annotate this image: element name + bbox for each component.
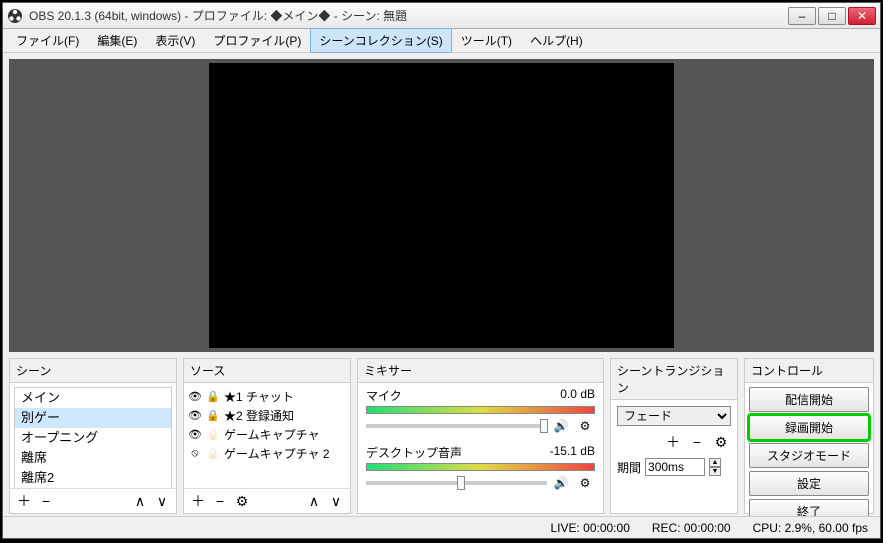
speaker-icon[interactable]: 🔊 <box>551 416 571 436</box>
preview-area[interactable] <box>9 59 874 352</box>
sources-header: ソース <box>184 359 350 383</box>
duration-down-button[interactable]: ▼ <box>709 467 721 476</box>
mixer-channel-desktop: デスクトップ音声 -15.1 dB 🔊 ⚙ <box>358 440 603 497</box>
status-rec: REC: 00:00:00 <box>652 521 731 535</box>
source-label: ★2 登録通知 <box>224 407 294 424</box>
status-live: LIVE: 00:00:00 <box>550 521 629 535</box>
source-item[interactable]: 👁 🔒 ★2 登録通知 <box>188 406 346 425</box>
scene-down-button[interactable]: ∨ <box>152 491 172 511</box>
close-button[interactable]: ✕ <box>848 7 876 25</box>
mixer-meter <box>366 406 595 414</box>
speaker-icon[interactable]: 🔊 <box>551 473 571 493</box>
source-label: ★1 チャット <box>224 388 294 405</box>
titlebar[interactable]: OBS 20.1.3 (64bit, windows) - プロファイル: ◆メ… <box>3 3 880 29</box>
preview-canvas[interactable] <box>209 63 674 348</box>
mixer-channel-db: 0.0 dB <box>560 387 595 404</box>
menu-file[interactable]: ファイル(F) <box>7 28 88 53</box>
maximize-button[interactable]: □ <box>818 7 846 25</box>
mixer-channel-label: マイク <box>366 387 402 404</box>
transition-add-button[interactable]: ＋ <box>663 432 683 452</box>
menubar: ファイル(F) 編集(E) 表示(V) プロファイル(P) シーンコレクション(… <box>3 29 880 53</box>
transition-properties-button[interactable]: ⚙ <box>711 432 731 452</box>
transition-remove-button[interactable]: − <box>687 432 707 452</box>
lock-icon[interactable]: 🔒 <box>206 390 220 403</box>
scene-item[interactable]: 離席2 <box>15 468 171 488</box>
mixer-meter <box>366 463 595 471</box>
source-label: ゲームキャプチャ 2 <box>224 445 330 462</box>
window-title: OBS 20.1.3 (64bit, windows) - プロファイル: ◆メ… <box>29 7 788 24</box>
menu-tools[interactable]: ツール(T) <box>452 28 521 53</box>
source-label: ゲームキャプチャ <box>224 426 320 443</box>
start-record-button[interactable]: 録画開始 <box>749 415 869 440</box>
source-up-button[interactable]: ∧ <box>304 491 324 511</box>
scene-item[interactable]: メイン <box>15 388 171 408</box>
source-down-button[interactable]: ∨ <box>326 491 346 511</box>
menu-help[interactable]: ヘルプ(H) <box>521 28 592 53</box>
mixer-channel-label: デスクトップ音声 <box>366 444 462 461</box>
gear-icon[interactable]: ⚙ <box>575 473 595 493</box>
mixer-header: ミキサー <box>358 359 603 383</box>
mixer-volume-slider[interactable] <box>366 424 547 428</box>
controls-header: コントロール <box>745 359 873 383</box>
start-stream-button[interactable]: 配信開始 <box>749 387 869 412</box>
eye-icon[interactable]: 👁 <box>188 409 202 422</box>
scene-item[interactable]: オープニング <box>15 428 171 448</box>
mixer-panel: ミキサー マイク 0.0 dB 🔊 ⚙ デスクトップ <box>357 358 604 514</box>
menu-profile[interactable]: プロファイル(P) <box>204 28 310 53</box>
transitions-header: シーントランジション <box>611 359 737 400</box>
settings-button[interactable]: 設定 <box>749 471 869 496</box>
lock-icon[interactable]: 🔒 <box>206 428 220 441</box>
duration-input[interactable] <box>645 458 705 476</box>
mixer-volume-slider[interactable] <box>366 481 547 485</box>
lock-icon[interactable]: 🔒 <box>206 447 220 460</box>
source-remove-button[interactable]: − <box>210 491 230 511</box>
source-properties-button[interactable]: ⚙ <box>232 491 252 511</box>
duration-up-button[interactable]: ▲ <box>709 458 721 467</box>
studio-mode-button[interactable]: スタジオモード <box>749 443 869 468</box>
source-item[interactable]: ⦸ 🔒 ゲームキャプチャ 2 <box>188 444 346 463</box>
menu-edit[interactable]: 編集(E) <box>88 28 146 53</box>
transitions-panel: シーントランジション フェード ＋ − ⚙ 期間 ▲ ▼ <box>610 358 738 514</box>
mixer-channel-db: -15.1 dB <box>550 444 595 461</box>
eye-off-icon[interactable]: ⦸ <box>188 447 202 460</box>
gear-icon[interactable]: ⚙ <box>575 416 595 436</box>
duration-label: 期間 <box>617 459 641 476</box>
source-item[interactable]: 👁 🔒 ゲームキャプチャ <box>188 425 346 444</box>
scene-up-button[interactable]: ∧ <box>130 491 150 511</box>
eye-icon[interactable]: 👁 <box>188 428 202 441</box>
scenes-panel: シーン メイン 別ゲー オープニング 離席 離席2 ＋ − ∧ ∨ <box>9 358 177 514</box>
eye-icon[interactable]: 👁 <box>188 390 202 403</box>
scene-add-button[interactable]: ＋ <box>14 491 34 511</box>
scene-item[interactable]: 別ゲー <box>15 408 171 428</box>
sources-panel: ソース 👁 🔒 ★1 チャット 👁 🔒 ★2 登録通知 👁 <box>183 358 351 514</box>
source-item[interactable]: 👁 🔒 ★1 チャット <box>188 387 346 406</box>
app-icon <box>7 8 23 24</box>
menu-view[interactable]: 表示(V) <box>146 28 204 53</box>
scene-list[interactable]: メイン 別ゲー オープニング 離席 離席2 <box>14 387 172 488</box>
scene-item[interactable]: 離席 <box>15 448 171 468</box>
minimize-button[interactable]: – <box>788 7 816 25</box>
scene-remove-button[interactable]: − <box>36 491 56 511</box>
statusbar: LIVE: 00:00:00 REC: 00:00:00 CPU: 2.9%, … <box>3 516 880 538</box>
controls-panel: コントロール 配信開始 録画開始 スタジオモード 設定 終了 <box>744 358 874 514</box>
transition-select[interactable]: フェード <box>617 406 731 426</box>
mixer-channel-mic: マイク 0.0 dB 🔊 ⚙ <box>358 383 603 440</box>
lock-icon[interactable]: 🔒 <box>206 409 220 422</box>
scenes-header: シーン <box>10 359 176 383</box>
status-cpu: CPU: 2.9%, 60.00 fps <box>753 521 868 535</box>
menu-scene-collection[interactable]: シーンコレクション(S) <box>310 28 451 53</box>
source-add-button[interactable]: ＋ <box>188 491 208 511</box>
